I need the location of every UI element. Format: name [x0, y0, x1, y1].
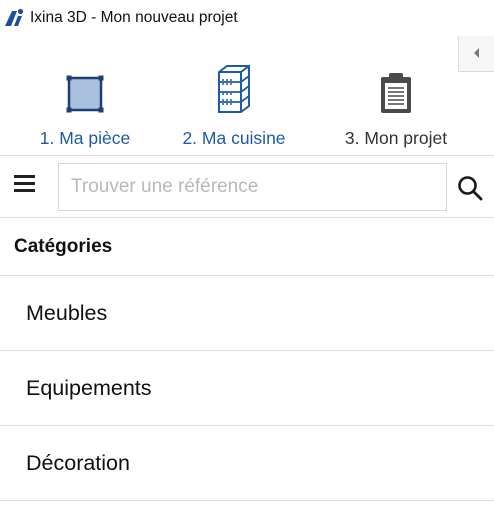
category-item-meubles[interactable]: Meubles	[0, 276, 494, 351]
step-ma-piece[interactable]: 1. Ma pièce	[30, 62, 140, 149]
category-label: Meubles	[26, 300, 108, 325]
hamburger-menu-button[interactable]	[14, 175, 42, 197]
ixina-logo-icon	[3, 7, 25, 29]
steps-bar: 1. Ma pièce 2. Ma cuisine 3. Mon projet	[0, 36, 494, 156]
category-item-decoration[interactable]: Décoration	[0, 426, 494, 501]
category-item-equipements[interactable]: Equipements	[0, 351, 494, 426]
category-label: Equipements	[26, 375, 152, 400]
side-panel: 1. Ma pièce 2. Ma cuisine 3. Mon projet …	[0, 36, 494, 518]
step-label: 1. Ma pièce	[39, 128, 131, 148]
search-row	[0, 156, 494, 218]
categories-header: Catégories	[0, 218, 494, 276]
step-label: 2. Ma cuisine	[182, 128, 286, 148]
room-square-icon	[30, 62, 140, 114]
search-input[interactable]	[58, 163, 447, 211]
collapse-panel-button[interactable]	[458, 36, 494, 72]
category-label: Décoration	[26, 450, 130, 475]
title-bar: Ixina 3D - Mon nouveau projet	[0, 0, 494, 36]
search-icon[interactable]	[456, 174, 484, 202]
chevron-left-icon	[472, 44, 482, 63]
step-ma-cuisine[interactable]: 2. Ma cuisine	[170, 62, 298, 149]
window-title: Ixina 3D - Mon nouveau projet	[30, 9, 238, 26]
step-mon-projet[interactable]: 3. Mon projet	[330, 62, 462, 149]
kitchen-cabinet-icon	[170, 62, 298, 114]
step-label: 3. Mon projet	[344, 128, 448, 148]
clipboard-icon	[330, 62, 462, 114]
categories-title: Catégories	[14, 235, 113, 257]
category-list: Meubles Equipements Décoration	[0, 276, 494, 501]
